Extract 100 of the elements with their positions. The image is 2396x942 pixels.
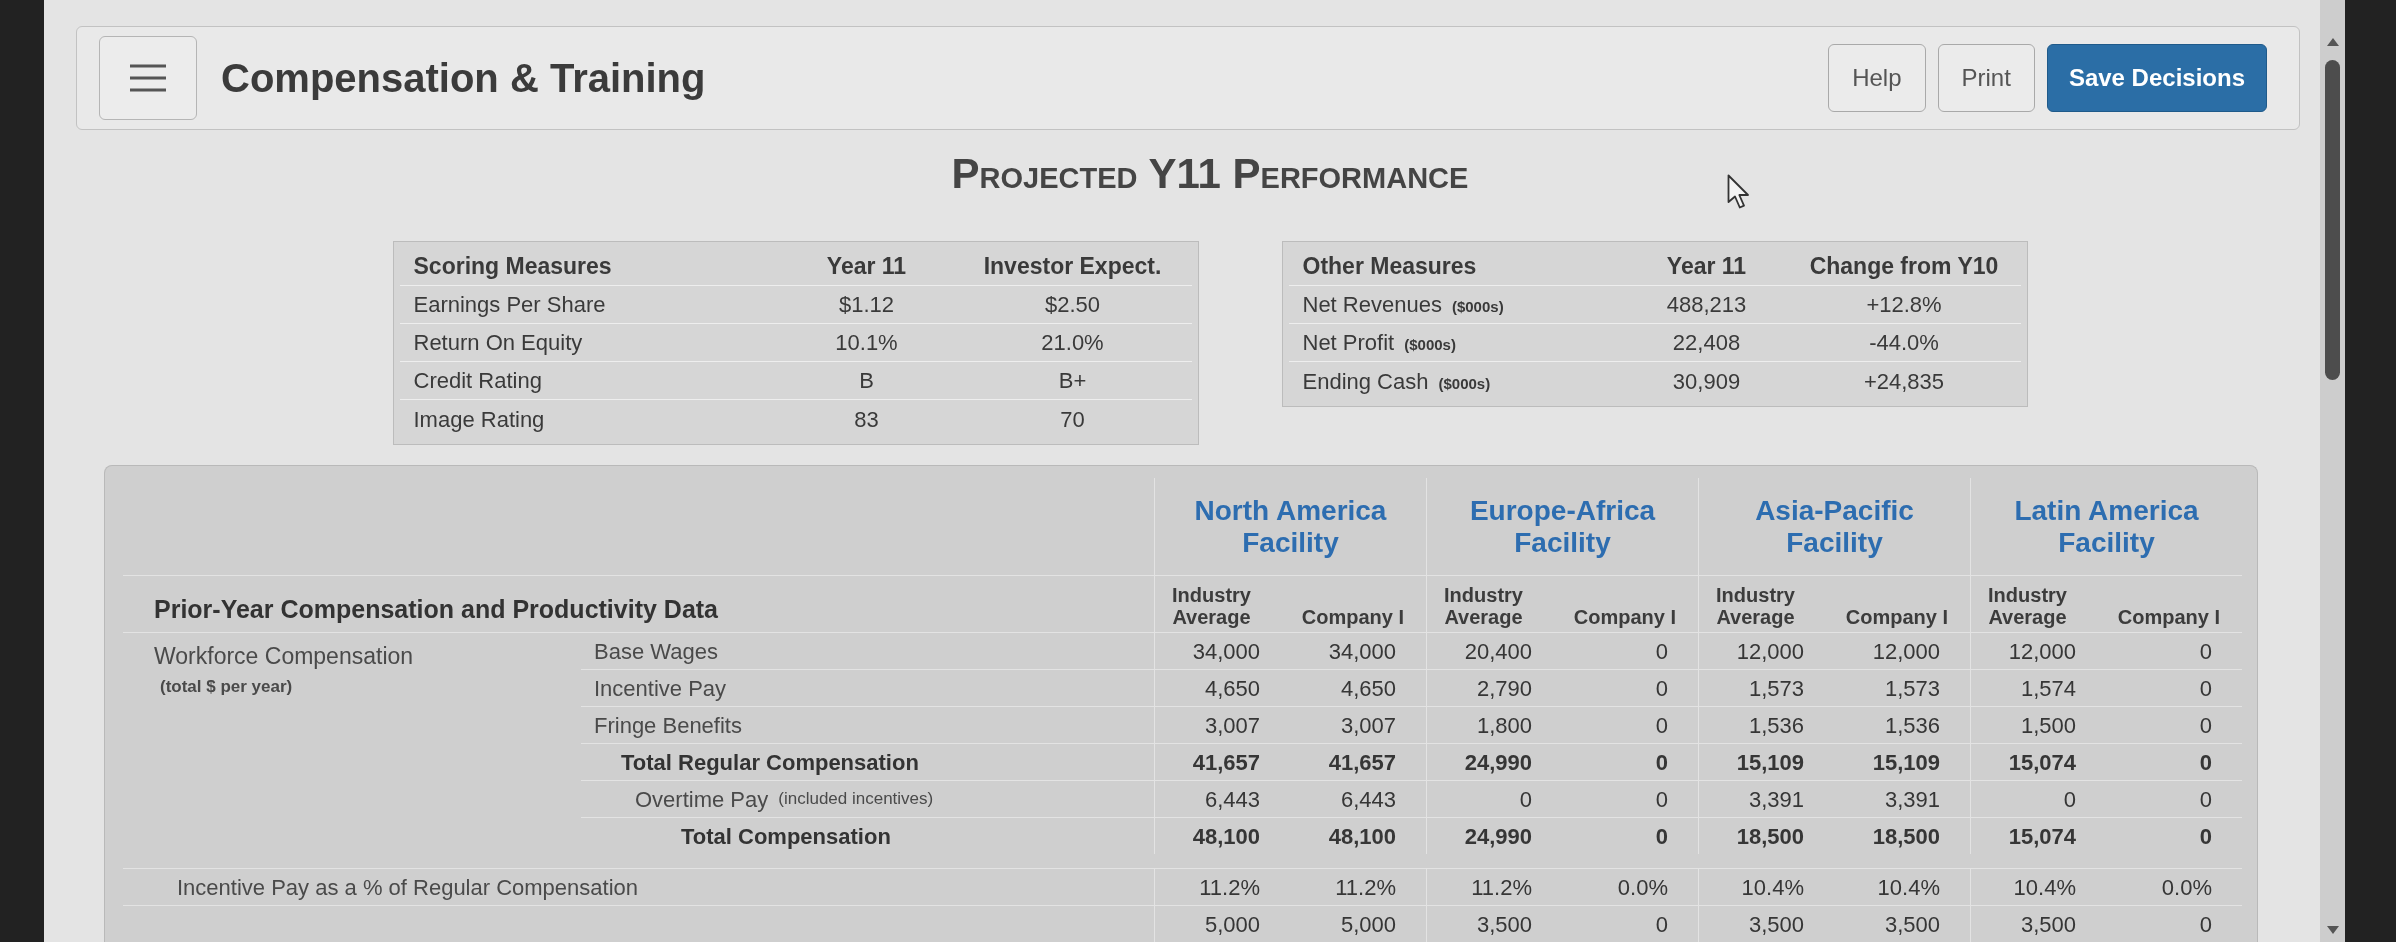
table-cell-text: 15,109 <box>1736 748 1804 777</box>
table-cell-text: 21.0% <box>1041 329 1104 357</box>
table-cell-text: 488,213 <box>1666 291 1747 319</box>
column-header: Company I <box>1845 606 1948 628</box>
row-label: Total Compensation <box>681 822 891 851</box>
column-header: Company I <box>2117 606 2220 628</box>
table-cell-text: 41,657 <box>1192 748 1260 777</box>
table-cell-text: 24,990 <box>1464 748 1532 777</box>
table-cell-text: 11.2% <box>1199 873 1260 902</box>
table-cell-text: 4,650 <box>1204 674 1260 703</box>
row-label: Total Regular Compensation <box>621 748 919 777</box>
table-cell-text: 3,500 <box>1748 910 1804 939</box>
table-cell-text: 30,909 <box>1672 367 1741 396</box>
column-header: Change from Y10 <box>1809 252 1999 282</box>
table-cell-text: 10.4% <box>2013 873 2076 902</box>
table-cell-text: 3,391 <box>1748 785 1804 814</box>
column-header: Year 11 <box>1666 252 1747 282</box>
row-note: (included incentives) <box>778 788 934 811</box>
table-cell-text: 34,000 <box>1328 637 1396 666</box>
table-cell-text: 0.0% <box>1617 873 1668 902</box>
table-cell-text: 18,500 <box>1872 822 1940 851</box>
table-cell-text: 0 <box>2199 748 2212 777</box>
scrollbar[interactable] <box>2320 0 2345 942</box>
table-cell-text: 70 <box>1060 405 1085 434</box>
row-label: Net Revenues <box>1302 291 1442 319</box>
facility-header: Latin America Facility <box>1970 478 2242 576</box>
table-cell-text: 15,074 <box>2008 822 2076 851</box>
table-cell-text: 0 <box>1655 711 1668 740</box>
scrollbar-thumb[interactable] <box>2325 60 2340 380</box>
table-cell-text: 11.2% <box>1471 873 1532 902</box>
cursor-icon <box>1727 174 1751 210</box>
column-header: Scoring Measures <box>413 252 612 282</box>
table-cell-text: 3,007 <box>1340 711 1396 740</box>
table-cell-text: 12,000 <box>1736 637 1804 666</box>
column-header: Company I <box>1573 606 1676 628</box>
table-cell-text: 1,536 <box>1884 711 1940 740</box>
table-cell-text: 10.4% <box>1741 873 1804 902</box>
row-label: Return On Equity <box>413 329 583 357</box>
table-cell-text: 18,500 <box>1736 822 1804 851</box>
table-cell-text: 5,000 <box>1204 910 1260 939</box>
table-cell-text: 6,443 <box>1204 785 1260 814</box>
table-cell-text: 0 <box>1655 822 1668 851</box>
column-header: Industry Average <box>1987 584 2068 628</box>
section-heading: Projected Y11 Performance <box>951 152 1469 196</box>
table-cell-text: 22,408 <box>1672 329 1741 357</box>
facility-header: North America Facility <box>1154 478 1426 576</box>
row-label: Credit Rating <box>413 367 542 395</box>
table-cell-text: 1,573 <box>1748 674 1804 703</box>
toolbar-button[interactable]: Help <box>1828 44 1926 112</box>
table-cell-text: -44.0% <box>1869 329 1939 357</box>
table-cell-text: 4,650 <box>1340 674 1396 703</box>
table-cell-text: 0 <box>1655 785 1668 814</box>
scroll-down-icon[interactable] <box>2326 926 2339 934</box>
table-cell-text: +24,835 <box>1863 367 1945 396</box>
table-cell-text: 0 <box>2199 822 2212 851</box>
column-header: Year 11 <box>826 252 907 282</box>
row-label: Ending Cash <box>1302 367 1429 396</box>
row-label: Image Rating <box>413 405 545 434</box>
table-cell-text: 0.0% <box>2161 873 2212 902</box>
table-cell-text: 0 <box>2199 637 2212 666</box>
table-cell-text: 3,500 <box>2020 910 2076 939</box>
save-button[interactable]: Save Decisions <box>2046 44 2267 112</box>
table-cell-text: 11.2% <box>1335 873 1396 902</box>
column-header: Industry Average <box>1715 584 1796 628</box>
column-header: Investor Expect. <box>983 252 1162 282</box>
table-cell-text: $1.12 <box>838 291 895 319</box>
table-cell-text: 0 <box>2063 785 2076 814</box>
unit-label: ($000s) <box>1438 373 1491 394</box>
table-cell-text: 0 <box>1655 637 1668 666</box>
table-cell-text: 3,007 <box>1204 711 1260 740</box>
table-cell-text: 0 <box>2199 711 2212 740</box>
table-cell-text: 3,500 <box>1476 910 1532 939</box>
column-header: Industry Average <box>1171 584 1252 628</box>
row-label: Earnings Per Share <box>413 291 606 319</box>
table-cell-text: $2.50 <box>1044 291 1101 319</box>
table-cell-text: 24,990 <box>1464 822 1532 851</box>
table-cell-text: 48,100 <box>1192 822 1260 851</box>
table-cell-text: 3,500 <box>1884 910 1940 939</box>
table-cell-text: 1,500 <box>2020 711 2076 740</box>
table-cell-text: 1,573 <box>1884 674 1940 703</box>
table-cell-text: 0 <box>1655 910 1668 939</box>
scroll-up-icon[interactable] <box>2326 38 2339 46</box>
table-cell-text: 1,536 <box>1748 711 1804 740</box>
table-cell-text: 83 <box>854 405 879 434</box>
row-label: Net Profit <box>1302 329 1395 357</box>
table-cell-text: 48,100 <box>1328 822 1396 851</box>
column-header: Other Measures <box>1302 252 1477 282</box>
table-cell-text: 10.1% <box>835 329 898 357</box>
toolbar-button[interactable]: Print <box>1937 44 2035 112</box>
table-cell-text: 0 <box>2199 674 2212 703</box>
group-note: (total $ per year) <box>160 675 293 698</box>
table-cell-text: 0 <box>1655 748 1668 777</box>
group-label: Workforce Compensation <box>154 642 414 671</box>
row-label: Base Wages <box>594 637 718 666</box>
table-cell-text: 1,800 <box>1476 711 1532 740</box>
menu-button[interactable] <box>99 36 197 120</box>
table-cell-text: 0 <box>1655 674 1668 703</box>
table-cell-text: 0 <box>2199 785 2212 814</box>
table-cell-text: 1,574 <box>2020 674 2076 703</box>
row-label: Incentive Pay <box>594 674 727 703</box>
